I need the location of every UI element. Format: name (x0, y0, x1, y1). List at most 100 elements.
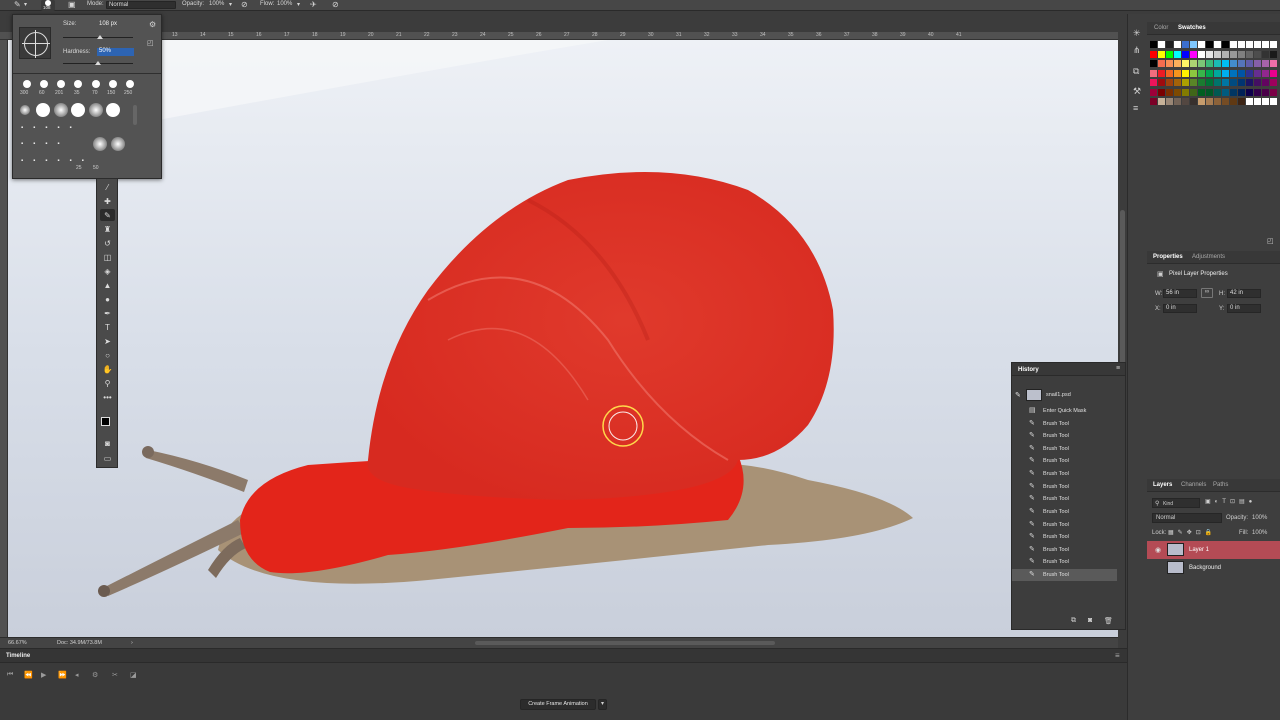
color-swatch[interactable] (1190, 88, 1197, 96)
color-swatch[interactable] (1150, 41, 1157, 48)
color-swatch[interactable] (1190, 69, 1197, 77)
opacity-value[interactable]: 100% (209, 1, 224, 7)
zoom-level[interactable]: 66.67% (8, 640, 27, 646)
color-swatch[interactable] (1238, 69, 1245, 77)
color-swatch[interactable] (1190, 60, 1197, 67)
history-item[interactable]: ✎ Brush Tool (1012, 481, 1117, 493)
color-swatch[interactable] (1262, 41, 1269, 48)
color-swatch[interactable] (1230, 50, 1237, 58)
history-snapshot[interactable]: ✎ snail1.psd (1012, 388, 1117, 402)
horizontal-scrollbar[interactable] (475, 641, 775, 645)
x-field[interactable]: 0 in (1163, 304, 1197, 313)
color-swatch[interactable] (1158, 98, 1165, 105)
history-item[interactable]: ✎ Brush Tool (1012, 430, 1117, 442)
color-swatch[interactable] (1270, 50, 1277, 58)
color-swatch[interactable] (1166, 69, 1173, 77)
quick-mask-icon[interactable]: ◙ (100, 437, 115, 449)
tool-presets-icon[interactable]: ⚒ (1133, 86, 1141, 97)
new-document-from-state-icon[interactable]: ⧉ (1071, 617, 1076, 625)
color-swatch[interactable] (1198, 98, 1205, 105)
color-swatch[interactable] (1174, 41, 1181, 48)
brush-preset-row[interactable]: ▪▪▪▪ (21, 141, 70, 147)
trash-icon[interactable]: 🗑 (1104, 617, 1113, 625)
brush-preset[interactable] (111, 137, 125, 151)
color-swatch[interactable] (1158, 69, 1165, 77)
lock-icons[interactable]: ▦✎✥⊡🔒 (1168, 529, 1216, 536)
color-swatch[interactable] (1166, 41, 1173, 48)
color-swatch[interactable] (1206, 88, 1213, 96)
history-item[interactable]: ✎ Brush Tool (1012, 468, 1117, 480)
status-menu-arrow-icon[interactable]: › (131, 640, 133, 646)
brush-preset-row[interactable]: ▪▪▪▪▪▪ (21, 158, 94, 164)
color-swatch[interactable] (1198, 69, 1205, 77)
color-swatch[interactable] (1150, 50, 1157, 58)
color-swatch[interactable] (1182, 98, 1189, 105)
dodge-tool-icon[interactable]: ● (100, 293, 115, 305)
type-tool-icon[interactable]: T (100, 321, 115, 333)
color-swatch[interactable] (1246, 41, 1253, 48)
brush-preset[interactable] (126, 80, 134, 88)
color-swatch[interactable] (1246, 79, 1253, 86)
blur-tool-icon[interactable]: ▲ (100, 279, 115, 291)
color-swatch[interactable] (1246, 60, 1253, 67)
create-frame-animation-button[interactable]: Create Frame Animation (520, 699, 596, 710)
fill-value[interactable]: 100% (1252, 530, 1267, 536)
color-swatch[interactable] (1214, 88, 1221, 96)
color-swatch[interactable] (1222, 98, 1229, 105)
history-brush-source-icon[interactable]: ✎ (1015, 391, 1021, 399)
color-swatch[interactable] (1158, 50, 1165, 58)
color-swatch[interactable] (1198, 88, 1205, 96)
audio-icon[interactable]: ◂ (75, 671, 79, 679)
history-item[interactable]: ▤ Enter Quick Mask (1012, 405, 1117, 417)
camera-icon[interactable]: ◙ (1088, 617, 1092, 624)
color-swatch[interactable] (1214, 60, 1221, 67)
pressure-size-icon[interactable]: ⊘ (332, 0, 339, 9)
history-item[interactable]: ✎ Brush Tool (1012, 544, 1117, 556)
hand-tool-icon[interactable]: ✋ (100, 363, 115, 375)
brush-preset[interactable] (20, 105, 30, 115)
color-swatch[interactable] (1190, 79, 1197, 86)
hardness-value[interactable]: 50% (97, 48, 134, 56)
color-swatch[interactable] (1246, 88, 1253, 96)
path-selection-tool-icon[interactable]: ➤ (100, 335, 115, 347)
history-item[interactable]: ✎ Brush Tool (1012, 531, 1117, 543)
brush-panel-icon[interactable]: ✳ (1133, 28, 1141, 39)
blend-mode-select[interactable]: Normal (1152, 513, 1222, 523)
color-swatch[interactable] (1230, 79, 1237, 86)
scrollbar-thumb[interactable] (1120, 210, 1125, 370)
brush-preset-picker[interactable]: 108 (41, 0, 55, 11)
color-swatch[interactable] (1238, 98, 1245, 105)
color-swatch[interactable] (1222, 79, 1229, 86)
brush-preset[interactable] (40, 80, 48, 88)
brush-preset[interactable] (54, 103, 68, 117)
color-swatch[interactable] (1182, 69, 1189, 77)
brush-preset[interactable] (89, 103, 103, 117)
color-swatch[interactable] (1190, 98, 1197, 105)
color-swatch[interactable] (1270, 88, 1277, 96)
color-swatch[interactable] (1174, 88, 1181, 96)
brush-preset[interactable] (71, 103, 85, 117)
color-swatch[interactable] (1150, 60, 1157, 67)
brush-preset[interactable] (23, 80, 31, 88)
chevron-down-icon[interactable]: ▾ (297, 1, 300, 8)
color-swatch[interactable] (1214, 79, 1221, 86)
history-item[interactable]: ✎ Brush Tool (1012, 519, 1117, 531)
color-swatch[interactable] (1206, 79, 1213, 86)
brush-tool-icon[interactable]: ✎ (14, 0, 21, 9)
color-swatch[interactable] (1230, 69, 1237, 77)
clone-stamp-tool-icon[interactable]: ♜ (100, 223, 115, 235)
color-swatch[interactable] (1158, 41, 1165, 48)
color-swatch[interactable] (1222, 50, 1229, 58)
history-item-current[interactable]: ✎ Brush Tool (1012, 569, 1117, 581)
color-swatch[interactable] (1262, 98, 1269, 105)
history-brush-tool-icon[interactable]: ↺ (100, 237, 115, 249)
brush-preset[interactable] (57, 80, 65, 88)
color-swatch[interactable] (1238, 79, 1245, 86)
color-swatch[interactable] (1246, 98, 1253, 105)
brush-presets-icon[interactable]: ⋔ (1133, 45, 1141, 56)
color-swatch[interactable] (1254, 98, 1261, 105)
swatch-grid[interactable] (1150, 41, 1280, 141)
layer-filter-icons[interactable]: ▣◐T⊡▤● (1205, 498, 1256, 505)
y-field[interactable]: 0 in (1227, 304, 1261, 313)
airbrush-icon[interactable]: ✈ (310, 0, 317, 9)
